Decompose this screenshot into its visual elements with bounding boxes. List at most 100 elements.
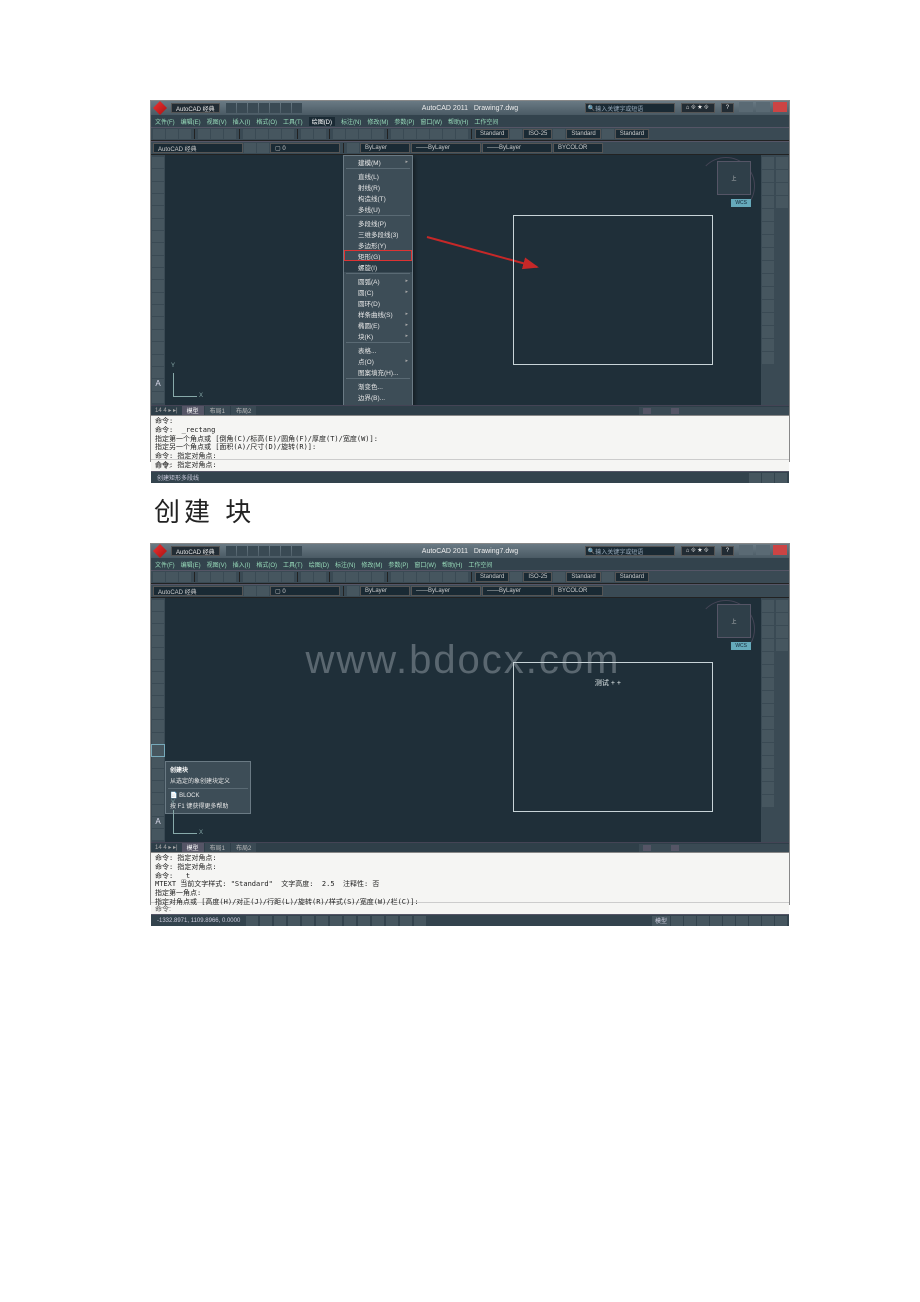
make-block-icon[interactable]: [152, 745, 164, 756]
draw-menu-item[interactable]: 图案填充(H)...: [344, 366, 412, 377]
color-icon[interactable]: [347, 586, 359, 596]
offset-icon[interactable]: [762, 196, 774, 208]
join-icon[interactable]: [762, 756, 774, 768]
layer-tools-icon[interactable]: [257, 143, 269, 153]
workspace-indicator[interactable]: AutoCAD 经典: [171, 103, 220, 113]
open-icon[interactable]: [166, 129, 178, 139]
match-icon[interactable]: [282, 129, 294, 139]
tablestyle-icon[interactable]: [602, 129, 614, 139]
extend-icon[interactable]: [762, 730, 774, 742]
color-dropdown[interactable]: ByLayer: [360, 586, 410, 596]
draw-menu-item[interactable]: 建模(M)▸: [344, 156, 412, 167]
plotstyle-dropdown[interactable]: BYCOLOR: [553, 143, 603, 153]
snap-toggle[interactable]: [246, 916, 258, 926]
redo-icon[interactable]: [314, 572, 326, 582]
circle-icon[interactable]: [152, 672, 164, 683]
draw-menu-item[interactable]: 多线(U): [344, 203, 412, 214]
command-input-bar[interactable]: 命令:: [151, 459, 789, 471]
pline-icon[interactable]: [152, 182, 164, 193]
minimize-button[interactable]: [739, 102, 753, 112]
sc-toggle[interactable]: [414, 916, 426, 926]
maximize-button[interactable]: [756, 545, 770, 555]
join-icon[interactable]: [762, 313, 774, 325]
drawing-canvas[interactable]: 建模(M)▸直线(L)射线(R)构造线(T)多线(U)多段线(P)三维多段线(3…: [165, 155, 761, 405]
draw-menu-item[interactable]: 渐变色...: [344, 380, 412, 391]
menu-insert[interactable]: 插入(I): [233, 560, 251, 569]
qat-print-icon[interactable]: [281, 103, 291, 113]
infocenter-button[interactable]: ⌂ ⯑ ★ ⯑: [681, 546, 715, 556]
xline-icon[interactable]: [152, 169, 164, 180]
sheetset-icon[interactable]: [430, 129, 442, 139]
tablestyle-dropdown[interactable]: Standard: [566, 572, 600, 582]
tab-nav-buttons[interactable]: 14 4 ▸ ▸|: [155, 844, 178, 851]
zoom-prev-icon[interactable]: [372, 572, 384, 582]
qat-new-icon[interactable]: [226, 103, 236, 113]
print-icon[interactable]: [198, 572, 210, 582]
qat-new-icon[interactable]: [226, 546, 236, 556]
tab-layout1[interactable]: 布局1: [205, 843, 230, 852]
pan-icon[interactable]: [333, 572, 345, 582]
publish-icon[interactable]: [224, 129, 236, 139]
infocenter-button[interactable]: ⌂ ⯑ ★ ⯑: [681, 103, 715, 113]
draw-menu-item[interactable]: 构造线(T): [344, 192, 412, 203]
model-button[interactable]: [749, 473, 761, 483]
trim-icon[interactable]: [762, 717, 774, 729]
qat-open-icon[interactable]: [237, 546, 247, 556]
draw-menu-item[interactable]: 三维多段线(3): [344, 228, 412, 239]
plotstyle-dropdown[interactable]: BYCOLOR: [553, 586, 603, 596]
stretch-icon[interactable]: [762, 261, 774, 273]
fillet-icon[interactable]: [762, 339, 774, 351]
app-logo-icon[interactable]: [153, 544, 167, 558]
hatch-icon[interactable]: [152, 330, 164, 341]
viewcube[interactable]: 上: [717, 604, 751, 638]
menu-tools[interactable]: 工具(T): [283, 560, 303, 569]
qat-save-icon[interactable]: [248, 103, 258, 113]
redo-icon[interactable]: [314, 129, 326, 139]
grid-toggle[interactable]: [260, 916, 272, 926]
explode-icon[interactable]: [762, 795, 774, 807]
menu-edit[interactable]: 编辑(E): [181, 117, 201, 126]
undo-icon[interactable]: [301, 572, 313, 582]
menu-view[interactable]: 视图(V): [207, 117, 227, 126]
fillet-icon[interactable]: [762, 782, 774, 794]
draw-menu-item[interactable]: 表格...: [344, 344, 412, 355]
qat-more-icon[interactable]: [292, 103, 302, 113]
publish-icon[interactable]: [224, 572, 236, 582]
qat-open-icon[interactable]: [237, 103, 247, 113]
extend-icon[interactable]: [762, 287, 774, 299]
ellipse-arc-icon[interactable]: [152, 720, 164, 731]
gradient-icon[interactable]: [152, 781, 164, 792]
save-icon[interactable]: [179, 572, 191, 582]
preview-icon[interactable]: [211, 129, 223, 139]
tab-nav-buttons[interactable]: 14 4 ▸ ▸|: [155, 407, 178, 414]
tab-model[interactable]: 模型: [182, 406, 204, 415]
wcs-badge[interactable]: WCS: [731, 642, 751, 650]
color-dropdown[interactable]: ByLayer: [360, 143, 410, 153]
gradient-icon[interactable]: [152, 342, 164, 353]
workspace-indicator[interactable]: AutoCAD 经典: [171, 546, 220, 556]
paste-icon[interactable]: [269, 572, 281, 582]
scale-icon[interactable]: [762, 248, 774, 260]
menu-tools[interactable]: 工具(T): [283, 117, 303, 126]
arc-icon[interactable]: [152, 660, 164, 671]
bringfront-icon[interactable]: [776, 600, 788, 612]
qat-more-icon[interactable]: [292, 546, 302, 556]
tab-layout1[interactable]: 布局1: [205, 406, 230, 415]
undo-icon[interactable]: [301, 129, 313, 139]
quickview-layouts-icon[interactable]: [671, 916, 683, 926]
linetype-dropdown[interactable]: —— ByLayer: [411, 586, 481, 596]
layer-tools-icon[interactable]: [257, 586, 269, 596]
draw-menu-item[interactable]: 多段线(P): [344, 217, 412, 228]
annotation-visibility-icon[interactable]: [710, 916, 722, 926]
draw-menu-item[interactable]: 直线(L): [344, 170, 412, 181]
open-icon[interactable]: [166, 572, 178, 582]
rectangle-icon[interactable]: [152, 648, 164, 659]
bringabove-icon[interactable]: [776, 183, 788, 195]
tpy-toggle[interactable]: [386, 916, 398, 926]
modelspace-button[interactable]: 模型: [652, 916, 670, 926]
make-block-icon[interactable]: [152, 305, 164, 316]
help-search-input[interactable]: 🔍 输入关键字或短语: [585, 103, 675, 113]
copy-obj-icon[interactable]: [762, 613, 774, 625]
rotate-icon[interactable]: [762, 235, 774, 247]
menu-window[interactable]: 窗口(W): [414, 560, 436, 569]
